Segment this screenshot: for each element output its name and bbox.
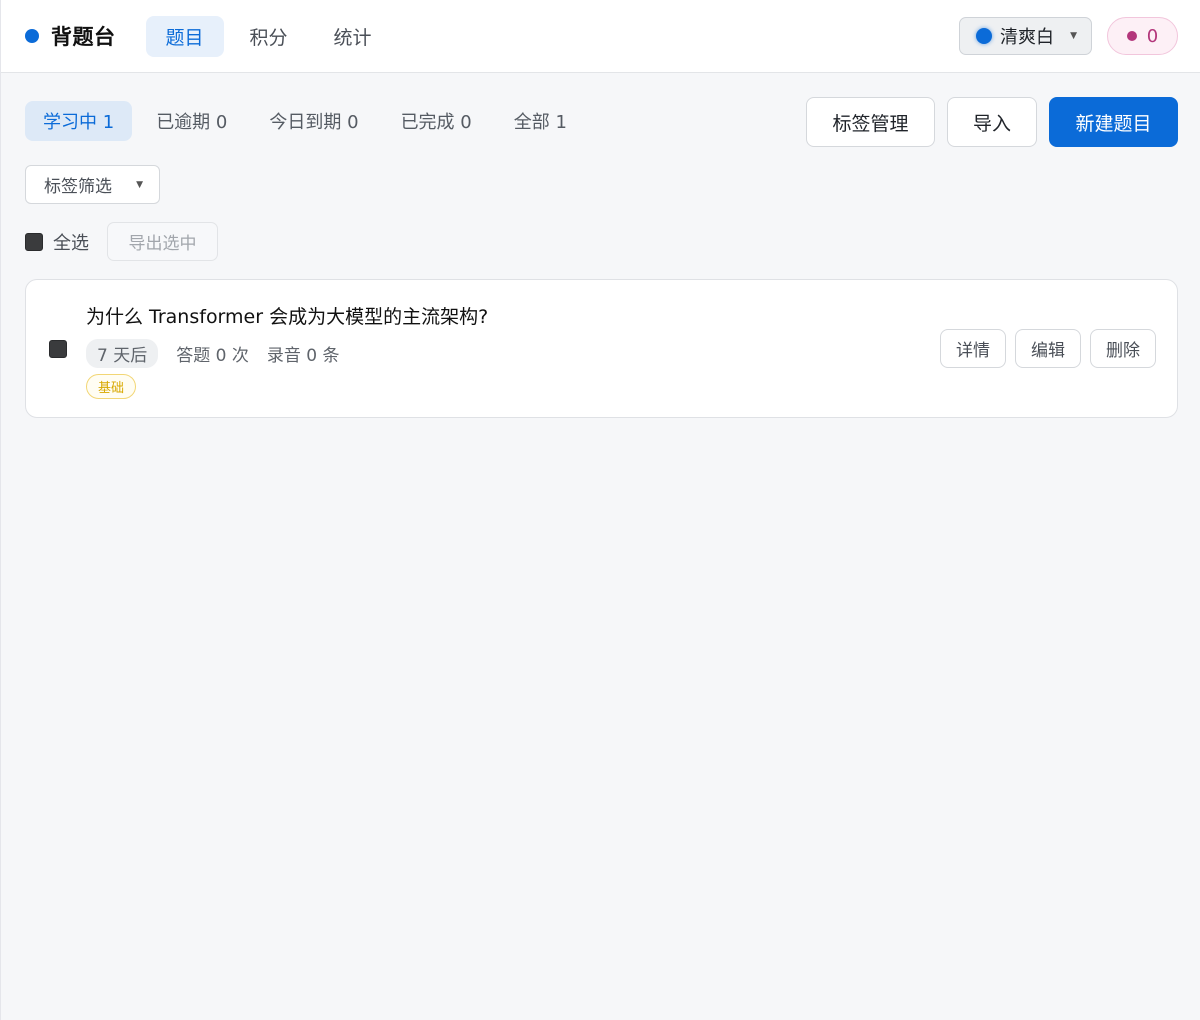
filter-completed[interactable]: 已完成 0: [383, 101, 490, 141]
due-badge: 7 天后: [86, 339, 159, 368]
top-header: 背题台 题目 积分 统计 清爽白 ▼ 0: [1, 0, 1200, 73]
tag-manage-button[interactable]: 标签管理: [806, 97, 935, 147]
theme-label: 清爽白: [1000, 27, 1054, 48]
points-dot-icon: [1126, 31, 1137, 41]
caret-down-icon: ▼: [1070, 31, 1077, 41]
question-meta: 7 天后 答题 0 次 录音 0 条: [86, 339, 339, 368]
brand: 背题台: [25, 21, 116, 51]
question-title[interactable]: 为什么 Transformer 会成为大模型的主流架构?: [86, 302, 488, 329]
delete-button[interactable]: 删除: [1090, 329, 1156, 368]
filter-all[interactable]: 全部 1: [496, 101, 585, 141]
select-all-checkbox[interactable]: [25, 232, 43, 251]
status-filters: 学习中 1 已逾期 0 今日到期 0 已完成 0 全部 1: [25, 101, 585, 141]
question-tag: 基础: [86, 374, 137, 399]
header-right: 清爽白 ▼ 0: [959, 17, 1178, 55]
points-value: 0: [1146, 25, 1159, 47]
recording-count: 录音 0 条: [266, 346, 340, 366]
brand-title: 背题台: [51, 25, 116, 49]
detail-button[interactable]: 详情: [940, 329, 1006, 368]
main-nav: 题目 积分 统计: [145, 15, 392, 57]
toolbar: 学习中 1 已逾期 0 今日到期 0 已完成 0 全部 1 标签管理 导入 新建…: [25, 97, 1178, 147]
select-all[interactable]: 全选: [25, 229, 89, 255]
brand-dot-icon: [25, 29, 39, 43]
select-all-label: 全选: [53, 232, 89, 254]
filter-due-today[interactable]: 今日到期 0: [251, 101, 376, 141]
caret-down-icon: ▼: [136, 179, 143, 190]
tab-questions[interactable]: 题目: [145, 15, 224, 57]
selection-row: 全选 导出选中: [25, 222, 218, 261]
filter-learning[interactable]: 学习中 1: [25, 101, 133, 141]
import-button[interactable]: 导入: [947, 97, 1037, 147]
theme-select[interactable]: 清爽白 ▼: [959, 17, 1092, 55]
points-badge[interactable]: 0: [1107, 17, 1178, 55]
theme-color-icon: [976, 28, 992, 44]
tag-filter-select[interactable]: 标签筛选 ▼: [25, 165, 160, 204]
tab-stats[interactable]: 统计: [314, 16, 392, 57]
toolbar-actions: 标签管理 导入 新建题目: [806, 97, 1178, 147]
app-window: 背题台 题目 积分 统计 清爽白 ▼ 0 学习中 1 已逾期 0 今日到期 0 …: [0, 0, 1200, 1020]
export-selected-button[interactable]: 导出选中: [107, 222, 218, 261]
question-actions: 详情 编辑 删除: [940, 329, 1156, 368]
filter-overdue[interactable]: 已逾期 0: [138, 101, 245, 141]
edit-button[interactable]: 编辑: [1015, 329, 1081, 368]
tag-filter-label: 标签筛选: [44, 177, 112, 197]
tab-points[interactable]: 积分: [230, 16, 308, 57]
question-card: 为什么 Transformer 会成为大模型的主流架构? 7 天后 答题 0 次…: [25, 279, 1178, 418]
question-checkbox[interactable]: [49, 340, 67, 358]
answer-count: 答题 0 次: [176, 346, 249, 366]
new-question-button[interactable]: 新建题目: [1049, 97, 1178, 147]
